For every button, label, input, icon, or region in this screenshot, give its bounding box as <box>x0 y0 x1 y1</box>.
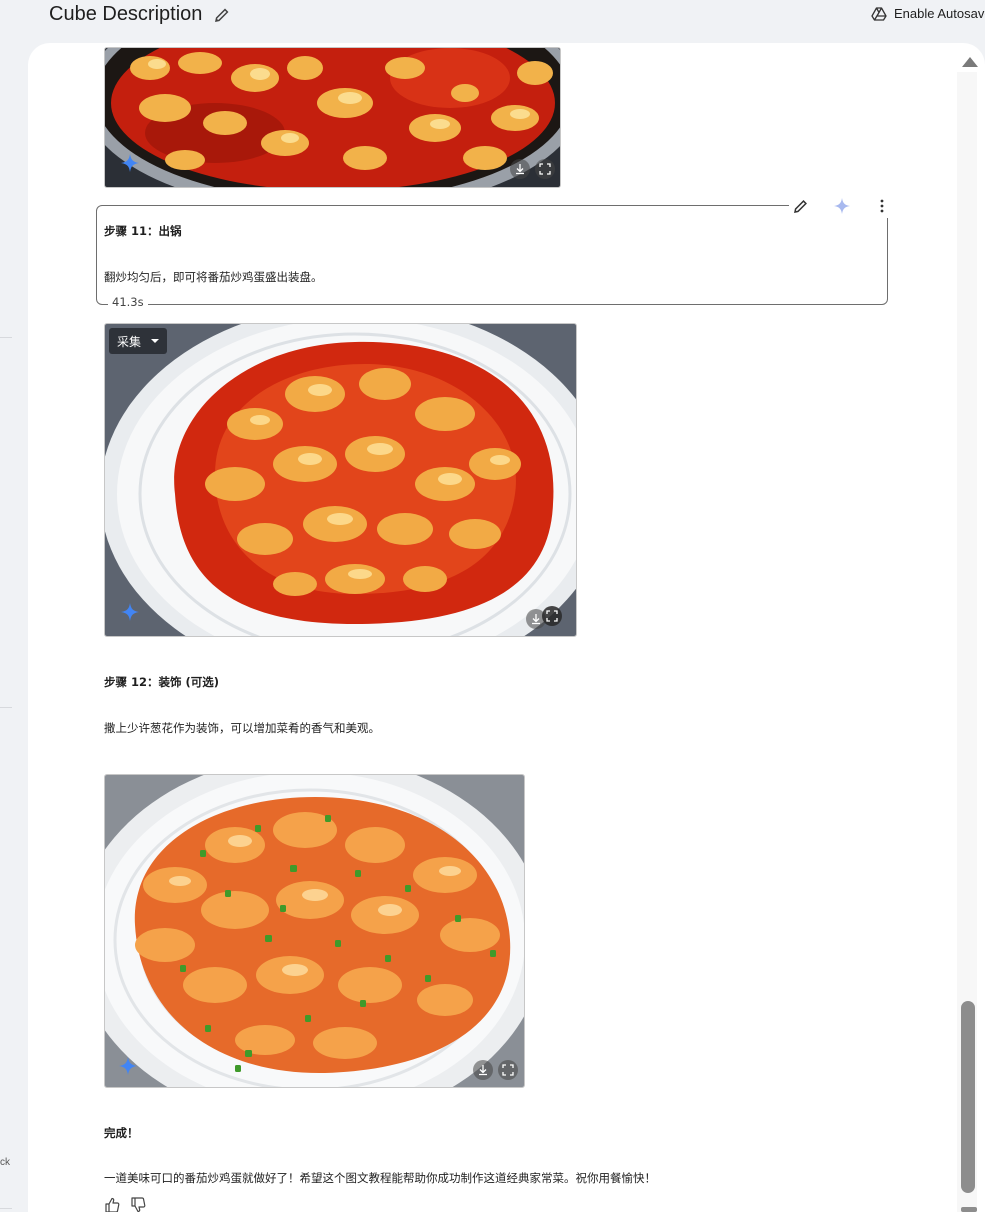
step-12-body: 撒上少许葱花作为装饰，可以增加菜肴的香气和美观。 <box>104 721 380 735</box>
generated-image[interactable]: 采集 <box>104 323 577 637</box>
box-toolbar <box>789 194 894 218</box>
fullscreen-button[interactable] <box>498 1060 518 1080</box>
enable-autosave-button[interactable]: Enable Autosave <box>871 6 985 21</box>
fullscreen-icon <box>546 610 558 622</box>
step-11-box[interactable]: 41.3s <box>96 194 894 309</box>
scroll-up-arrow[interactable] <box>962 57 978 67</box>
step-11-body: 翻炒均匀后，即可将番茄炒鸡蛋盛出装盘。 <box>104 270 323 284</box>
step-11-title: 步骤 11：出锅 <box>104 224 182 238</box>
fullscreen-button[interactable] <box>535 159 555 179</box>
response-timer: 41.3s <box>108 295 148 309</box>
collect-button[interactable]: 采集 <box>109 328 168 354</box>
pencil-icon[interactable] <box>793 198 809 214</box>
chat-panel: 41.3s 步骤 11：出锅 翻炒均匀后，即可将番茄炒鸡蛋盛出装盘。 采集 步骤… <box>28 43 985 1212</box>
side-divider <box>0 1208 12 1209</box>
edit-title-button[interactable] <box>213 6 231 24</box>
done-title: 完成！ <box>104 1126 139 1140</box>
page-title: Cube Description <box>49 3 203 25</box>
sparkle-icon[interactable] <box>833 198 850 214</box>
autosave-label: Enable Autosave <box>894 6 985 21</box>
drive-icon <box>871 6 887 21</box>
side-divider <box>0 337 12 338</box>
generated-image[interactable] <box>104 774 525 1088</box>
download-icon <box>479 1065 487 1076</box>
thumbs-up-icon[interactable] <box>104 1197 120 1212</box>
food-image <box>105 775 524 1087</box>
scroll-down-arrow[interactable] <box>961 1207 977 1212</box>
sparkle-icon <box>121 603 139 621</box>
sparkle-icon <box>121 154 139 172</box>
fullscreen-icon <box>502 1064 514 1076</box>
side-divider <box>0 707 12 708</box>
side-nav-label: ck <box>0 1157 10 1168</box>
feedback-bar <box>104 1197 146 1212</box>
pencil-icon <box>215 8 229 22</box>
food-image <box>105 324 576 636</box>
fullscreen-button[interactable] <box>542 606 562 626</box>
scrollbar-thumb[interactable] <box>961 1001 975 1193</box>
fullscreen-icon <box>539 163 551 175</box>
download-icon <box>516 164 524 175</box>
download-icon <box>532 614 540 625</box>
collect-label: 采集 <box>117 334 142 349</box>
more-vert-icon[interactable] <box>874 198 890 214</box>
generated-image[interactable] <box>104 47 561 188</box>
top-bar: Cube Description Enable Autosave <box>0 0 985 44</box>
food-image <box>105 48 560 187</box>
download-button[interactable] <box>510 159 530 179</box>
thumbs-down-icon[interactable] <box>130 1197 146 1212</box>
step-12-title: 步骤 12：装饰 (可选) <box>104 675 220 689</box>
caret-down-icon <box>151 339 160 343</box>
download-button[interactable] <box>473 1060 493 1080</box>
sparkle-icon <box>119 1057 137 1075</box>
done-body: 一道美味可口的番茄炒鸡蛋就做好了！希望这个图文教程能帮助你成功制作这道经典家常菜… <box>104 1171 656 1185</box>
